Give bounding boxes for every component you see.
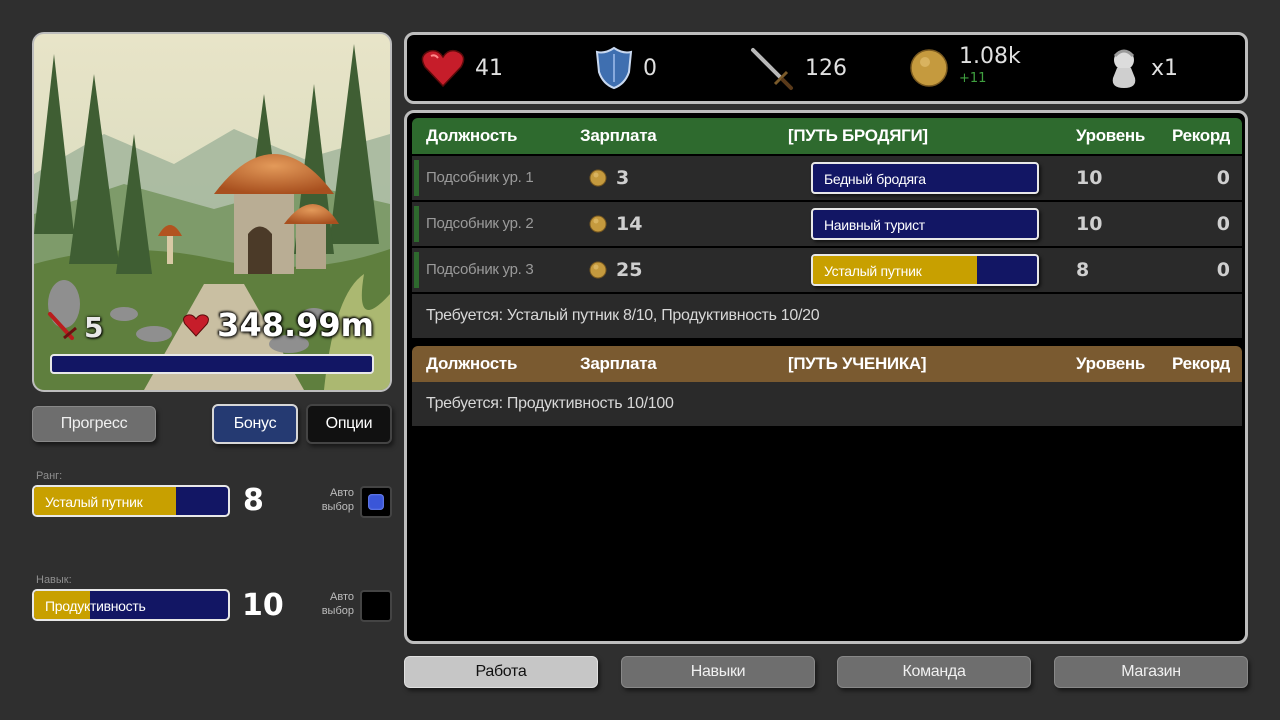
tab-shop[interactable]: Магазин [1054, 656, 1248, 688]
attack-resource: 126 [747, 35, 847, 101]
job-rank-bar[interactable]: Бедный бродяга [811, 162, 1039, 194]
coins-resource: 1.08k +11 [909, 35, 1021, 101]
rank-value: 8 [243, 483, 264, 518]
rank-auto-label: Авто выбор [321, 487, 354, 513]
attack-value: 5 [84, 310, 104, 344]
job-record: 0 [1216, 213, 1230, 235]
coins-delta: +11 [959, 71, 987, 86]
health-value: 41 [475, 55, 503, 81]
row-marker [414, 206, 419, 242]
coin-icon [589, 261, 607, 279]
row-marker [414, 252, 419, 288]
skill-progress-bar[interactable]: Продуктивность [32, 589, 230, 621]
job-level: 8 [1076, 259, 1090, 281]
skill-label: Навык: [36, 574, 72, 586]
position-header: Должность [426, 126, 518, 145]
tab-skills[interactable]: Навыки [621, 656, 815, 688]
level-header: Уровень [1076, 126, 1145, 145]
job-rank-name: Бедный бродяга [824, 171, 926, 187]
salary-header: Зарплата [580, 354, 657, 373]
job-rank-name: Наивный турист [824, 217, 925, 233]
job-rank-bar[interactable]: Усталый путник [811, 254, 1039, 286]
bloody-sword-icon [48, 312, 77, 340]
path-title: [ПУТЬ УЧЕНИКА] [788, 354, 927, 373]
attack-value: 126 [805, 55, 847, 81]
multiplier-resource: x1 [1107, 35, 1178, 101]
skill-value: 10 [242, 588, 284, 623]
job-row[interactable]: Подсобник ур. 2 14 Наивный турист 10 0 [412, 202, 1242, 246]
health-stat: 348.99m [183, 306, 374, 344]
job-rank-name: Усталый путник [824, 263, 922, 279]
multiplier-value: x1 [1151, 55, 1179, 81]
record-header: Рекорд [1172, 354, 1230, 373]
job-record: 0 [1216, 167, 1230, 189]
resource-bar: 41 0 126 1.08k +11 x1 [404, 32, 1248, 104]
sword-icon [751, 48, 793, 90]
job-level: 10 [1076, 167, 1103, 189]
bust-icon [1112, 49, 1136, 88]
tab-team[interactable]: Команда [837, 656, 1031, 688]
health-resource: 41 [421, 35, 503, 101]
health-bar [50, 354, 374, 374]
coin-icon [589, 215, 607, 233]
vagrant-path-header: Должность Зарплата [ПУТЬ БРОДЯГИ] Уровен… [412, 118, 1242, 154]
level-header: Уровень [1076, 354, 1145, 373]
job-row[interactable]: Подсобник ур. 1 3 Бедный бродяга 10 0 [412, 156, 1242, 200]
tab-work[interactable]: Работа [404, 656, 598, 688]
attack-stat: 5 [46, 310, 103, 344]
job-row[interactable]: Подсобник ур. 3 25 Усталый путник 8 0 [412, 248, 1242, 292]
job-name: Подсобник ур. 3 [426, 261, 534, 278]
coin-icon [910, 49, 948, 87]
defense-resource: 0 [595, 35, 657, 101]
student-path-requirement: Требуется: Продуктивность 10/100 [412, 382, 1242, 426]
jobs-panel: Должность Зарплата [ПУТЬ БРОДЯГИ] Уровен… [404, 110, 1248, 644]
progress-button[interactable]: Прогресс [32, 406, 156, 442]
health-value: 348.99m [217, 306, 374, 344]
salary-header: Зарплата [580, 126, 657, 145]
job-name: Подсобник ур. 2 [426, 215, 534, 232]
job-rank-bar[interactable]: Наивный турист [811, 208, 1039, 240]
coin-icon [589, 169, 607, 187]
rank-name: Усталый путник [45, 494, 143, 510]
options-button[interactable]: Опции [306, 404, 392, 444]
coins-value: 1.08k [959, 44, 1021, 69]
job-name: Подсобник ур. 1 [426, 169, 534, 186]
job-salary: 25 [616, 259, 643, 281]
shield-icon [595, 46, 633, 90]
rank-progress-bar[interactable]: Усталый путник [32, 485, 230, 517]
rank-label: Ранг: [36, 470, 63, 482]
job-level: 10 [1076, 213, 1103, 235]
skill-auto-label: Авто выбор [321, 591, 354, 617]
position-header: Должность [426, 354, 518, 373]
path-title: [ПУТЬ БРОДЯГИ] [788, 126, 928, 145]
job-salary: 14 [616, 213, 643, 235]
heart-icon [421, 49, 465, 88]
defense-value: 0 [643, 55, 657, 81]
skill-name: Продуктивность [45, 598, 146, 614]
job-salary: 3 [616, 167, 630, 189]
skill-auto-select-checkbox[interactable] [360, 590, 392, 622]
bonus-button[interactable]: Бонус [212, 404, 298, 444]
student-path-header: Должность Зарплата [ПУТЬ УЧЕНИКА] Уровен… [412, 346, 1242, 382]
vagrant-path-requirement: Требуется: Усталый путник 8/10, Продукти… [412, 294, 1242, 338]
character-portrait: 5 348.99m [32, 32, 392, 392]
job-record: 0 [1216, 259, 1230, 281]
rank-auto-select-checkbox[interactable] [360, 486, 392, 518]
heart-icon [183, 314, 210, 337]
row-marker [414, 160, 419, 196]
record-header: Рекорд [1172, 126, 1230, 145]
